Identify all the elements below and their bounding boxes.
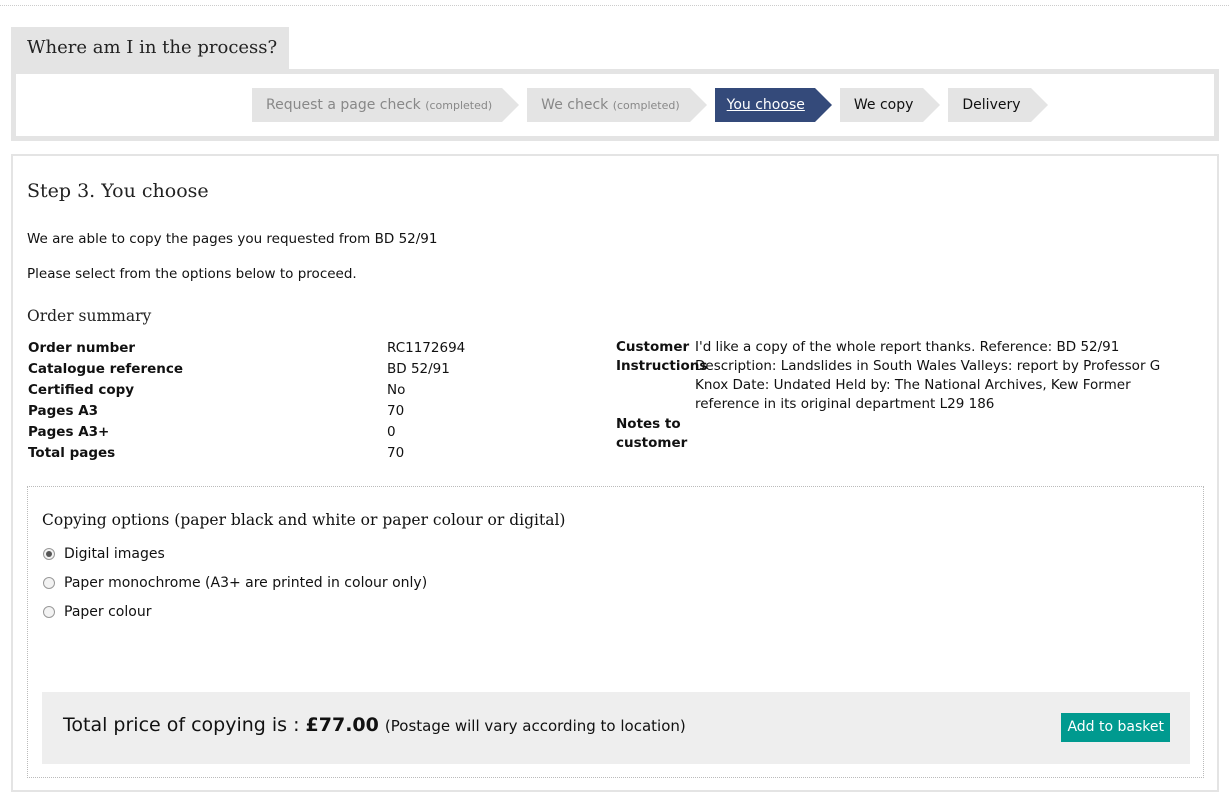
intro-text: We are able to copy the pages you reques… (27, 231, 438, 247)
summary-label: Catalogue reference (28, 361, 184, 377)
summary-label: Order number (28, 340, 136, 356)
notes-row: Notes to customer (616, 415, 1176, 453)
option-paper-colour[interactable]: Paper colour (43, 604, 151, 620)
option-label[interactable]: Digital images (64, 546, 165, 562)
radio-button[interactable] (43, 606, 55, 618)
customer-instructions-label: Customer Instructions (616, 339, 708, 374)
step-label: We copy (853, 97, 914, 113)
step-delivery: Delivery (948, 88, 1048, 122)
total-price-text: Total price of copying is : £77.00 (Post… (63, 714, 686, 736)
summary-value: BD 52/91 (387, 361, 450, 377)
option-paper-monochrome[interactable]: Paper monochrome (A3+ are printed in col… (43, 575, 427, 591)
process-tracker: Request a page check (completed) We chec… (11, 69, 1219, 141)
summary-row-pages-a3-plus: Pages A3+ 0 (28, 422, 465, 443)
option-label[interactable]: Paper monochrome (A3+ are printed in col… (64, 575, 427, 591)
postage-note: (Postage will vary according to location… (384, 717, 686, 735)
summary-value: 70 (387, 403, 405, 419)
step-label: Request a page check (266, 97, 421, 113)
summary-label: Pages A3+ (28, 424, 110, 440)
step-you-choose[interactable]: You choose (714, 88, 833, 122)
step-label: We check (541, 97, 609, 113)
copying-options-title: Copying options (paper black and white o… (42, 511, 566, 529)
summary-label: Total pages (28, 445, 116, 461)
step-we-copy: We copy (839, 88, 940, 122)
step-request-page-check: Request a page check (completed) (252, 88, 520, 122)
page-title: Step 3. You choose (27, 180, 209, 202)
summary-value: No (387, 382, 406, 398)
summary-value: RC1172694 (387, 340, 466, 356)
notes-value (695, 415, 1165, 453)
radio-button-checked[interactable] (43, 548, 55, 560)
main-panel: Step 3. You choose We are able to copy t… (11, 154, 1219, 792)
order-summary-title: Order summary (27, 307, 152, 325)
summary-row-certified-copy: Certified copy No (28, 380, 465, 401)
top-divider (0, 5, 1229, 6)
summary-value: 70 (387, 445, 405, 461)
step-status: (completed) (612, 99, 680, 112)
process-title: Where am I in the process? (11, 27, 289, 70)
option-label[interactable]: Paper colour (64, 604, 151, 620)
step-status: (completed) (425, 99, 493, 112)
summary-row-pages-a3: Pages A3 70 (28, 401, 465, 422)
price-amount: £77.00 (305, 714, 379, 736)
price-summary-bar: Total price of copying is : £77.00 (Post… (42, 692, 1190, 764)
copying-options-panel: Copying options (paper black and white o… (27, 486, 1204, 778)
step-label: Delivery (962, 97, 1021, 113)
step-we-check: We check (completed) (527, 88, 708, 122)
order-summary-table: Order number RC1172694 Catalogue referenc… (28, 338, 465, 464)
summary-value: 0 (387, 424, 396, 440)
instruction-text: Please select from the options below to … (27, 266, 357, 282)
summary-label: Pages A3 (28, 403, 99, 419)
notes-label: Notes to customer (616, 416, 688, 451)
radio-button[interactable] (43, 577, 55, 589)
summary-row-order-number: Order number RC1172694 (28, 338, 465, 359)
summary-row-total-pages: Total pages 70 (28, 443, 465, 464)
option-digital-images[interactable]: Digital images (43, 546, 165, 562)
price-prefix: Total price of copying is : (63, 714, 306, 736)
customer-instructions-value: I'd like a copy of the whole report than… (695, 339, 1161, 412)
process-steps: Request a page check (completed) We chec… (252, 88, 1056, 122)
step-label[interactable]: You choose (727, 97, 805, 113)
summary-label: Certified copy (28, 382, 135, 398)
customer-details: Customer Instructions I'd like a copy of… (616, 338, 1176, 453)
summary-row-catalogue-reference: Catalogue reference BD 52/91 (28, 359, 465, 380)
add-to-basket-button[interactable]: Add to basket (1061, 713, 1170, 742)
customer-instructions-row: Customer Instructions I'd like a copy of… (616, 338, 1176, 414)
